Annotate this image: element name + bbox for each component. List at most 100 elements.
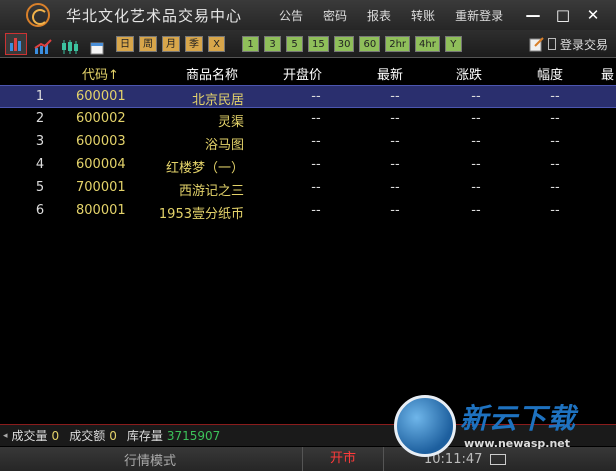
- row-percent: --: [550, 180, 560, 195]
- title-bar: 华北文化艺术品交易中心 公告 密码 报表 转账 重新登录 — □ ✕: [0, 0, 616, 30]
- table-row[interactable]: 6 800001 1953壹分纸币 -- -- -- --: [0, 200, 616, 223]
- stock-value: 3715907: [166, 428, 221, 443]
- table-row[interactable]: 2 600002 灵渠 -- -- -- --: [0, 108, 616, 131]
- row-percent: --: [550, 111, 560, 126]
- menu-password[interactable]: 密码: [323, 7, 347, 24]
- table-row[interactable]: 1 600001 北京民居 -- -- -- --: [0, 85, 616, 108]
- row-index: 6: [35, 203, 45, 218]
- row-name: 红楼梦（一）: [165, 161, 244, 176]
- row-open: --: [311, 111, 321, 126]
- period-1min-button[interactable]: 1: [242, 35, 259, 52]
- menu-relogin[interactable]: 重新登录: [455, 7, 503, 24]
- row-index: 1: [35, 89, 45, 104]
- close-button[interactable]: ✕: [578, 6, 608, 24]
- row-code: 600002: [76, 111, 126, 126]
- period-buttons: 日 周 月 季 X 1 3 5 15 30 60 2hr 4hr Y: [116, 35, 467, 52]
- clock: 10:11:47: [424, 451, 483, 467]
- row-open: --: [311, 180, 321, 195]
- login-checkbox[interactable]: [547, 38, 556, 50]
- trend-chart-icon[interactable]: [32, 33, 54, 55]
- row-name: 北京民居: [191, 93, 244, 108]
- row-percent: --: [550, 203, 560, 218]
- row-name: 灵渠: [217, 115, 244, 130]
- column-header-latest[interactable]: 最新: [377, 64, 403, 83]
- candlestick-icon[interactable]: [59, 33, 81, 55]
- row-name: 西游记之三: [178, 184, 244, 199]
- mail-icon[interactable]: [490, 453, 507, 465]
- top-menu: 公告 密码 报表 转账 重新登录: [279, 0, 523, 30]
- table-row[interactable]: 4 600004 红楼梦（一） -- -- -- --: [0, 154, 616, 177]
- row-name: 1953壹分纸币: [158, 207, 244, 222]
- column-header-percent[interactable]: 幅度: [537, 64, 563, 83]
- row-index: 3: [35, 134, 45, 149]
- period-60min-button[interactable]: 60: [359, 35, 381, 52]
- row-code: 800001: [76, 203, 126, 218]
- row-index: 5: [35, 180, 45, 195]
- login-trade-area[interactable]: 登录交易: [529, 30, 608, 58]
- row-latest: --: [390, 180, 400, 195]
- maximize-button[interactable]: □: [548, 6, 578, 24]
- row-open: --: [311, 134, 321, 149]
- row-change: --: [471, 180, 481, 195]
- period-x-button[interactable]: X: [208, 35, 225, 52]
- edit-icon: [529, 37, 544, 52]
- period-15min-button[interactable]: 15: [308, 35, 329, 52]
- period-2hr-button[interactable]: 2hr: [385, 35, 411, 52]
- period-month-button[interactable]: 月: [162, 35, 180, 52]
- column-header-open[interactable]: 开盘价: [283, 64, 322, 83]
- row-change: --: [471, 203, 481, 218]
- period-3min-button[interactable]: 3: [264, 35, 281, 52]
- table-row[interactable]: 5 700001 西游记之三 -- -- -- --: [0, 177, 616, 200]
- column-header-more[interactable]: 最: [601, 64, 614, 83]
- row-latest: --: [390, 203, 400, 218]
- volume-value: 0: [51, 428, 60, 443]
- app-logo-icon: [26, 3, 50, 27]
- menu-transfer[interactable]: 转账: [411, 7, 435, 24]
- bottom-bar: 行情模式 开市 10:11:47: [0, 447, 616, 471]
- row-code: 600003: [76, 134, 126, 149]
- row-change: --: [471, 89, 481, 104]
- bar-chart-icon[interactable]: [5, 32, 27, 55]
- amount-value: 0: [109, 428, 117, 443]
- toolbar: 日 周 月 季 X 1 3 5 15 30 60 2hr 4hr Y 登录交易: [0, 30, 616, 58]
- row-change: --: [471, 111, 481, 126]
- window-controls: — □ ✕: [518, 0, 608, 30]
- market-status: 开市: [302, 447, 384, 471]
- column-header-code[interactable]: 代码↑: [82, 64, 119, 83]
- status-arrow-icon[interactable]: ◂: [3, 431, 8, 441]
- stock-label: 库存量: [126, 429, 163, 443]
- column-header-change[interactable]: 涨跌: [456, 64, 482, 83]
- menu-announcement[interactable]: 公告: [279, 7, 303, 24]
- period-year-button[interactable]: Y: [444, 35, 462, 52]
- period-5min-button[interactable]: 5: [286, 35, 303, 52]
- table-header: 代码↑ 商品名称 开盘价 最新 涨跌 幅度 最: [0, 60, 616, 84]
- row-open: --: [311, 89, 321, 104]
- table-row[interactable]: 3 600003 浴马图 -- -- -- --: [0, 131, 616, 154]
- app-title: 华北文化艺术品交易中心: [66, 6, 243, 25]
- period-30min-button[interactable]: 30: [333, 35, 355, 52]
- period-day-button[interactable]: 日: [116, 35, 134, 52]
- period-4hr-button[interactable]: 4hr: [415, 35, 440, 52]
- column-header-name[interactable]: 商品名称: [186, 64, 238, 83]
- period-quarter-button[interactable]: 季: [185, 35, 203, 52]
- row-code: 600001: [76, 89, 126, 104]
- period-week-button[interactable]: 周: [139, 35, 157, 52]
- row-percent: --: [550, 134, 560, 149]
- row-latest: --: [390, 134, 400, 149]
- amount-label: 成交额: [69, 429, 106, 443]
- menu-reports[interactable]: 报表: [367, 7, 391, 24]
- row-change: --: [471, 134, 481, 149]
- row-latest: --: [390, 157, 400, 172]
- minimize-button[interactable]: —: [518, 6, 548, 24]
- row-percent: --: [550, 157, 560, 172]
- calendar-icon[interactable]: [86, 33, 108, 55]
- login-trade-label: 登录交易: [559, 37, 608, 52]
- status-bar: ◂ 成交量 0 成交额 0 库存量 3715907: [0, 424, 616, 446]
- row-open: --: [311, 157, 321, 172]
- volume-label: 成交量: [11, 429, 48, 443]
- row-latest: --: [390, 111, 400, 126]
- row-name: 浴马图: [204, 138, 244, 153]
- row-code: 700001: [76, 180, 126, 195]
- row-change: --: [471, 157, 481, 172]
- market-mode[interactable]: 行情模式: [0, 450, 300, 469]
